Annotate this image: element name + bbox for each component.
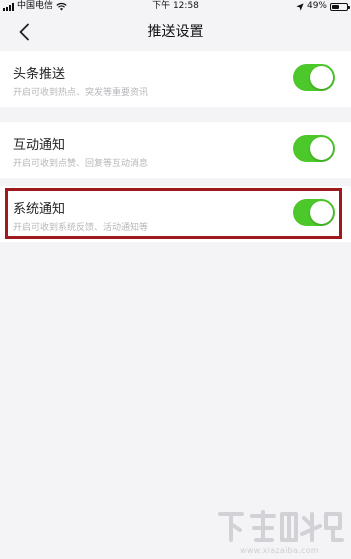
- nav-bar: 推送设置: [0, 13, 351, 51]
- setting-description: 开启可收到热点、突发等重要资讯: [13, 88, 149, 98]
- status-right: 49%: [296, 0, 350, 13]
- status-bar: 中国电信 下午 12:58 49%: [0, 0, 351, 13]
- watermark: www.xiazaiba.com: [216, 508, 346, 556]
- watermark-url: www.xiazaiba.com: [240, 546, 320, 555]
- setting-title: 头条推送: [13, 67, 66, 82]
- setting-row-interaction-notice: 互动通知 开启可收到点赞、回复等互动消息: [0, 122, 351, 178]
- setting-description: 开启可收到点赞、回复等互动消息: [13, 159, 149, 169]
- watermark-logo-icon: [218, 510, 344, 542]
- toggle-knob: [310, 137, 333, 160]
- headline-push-toggle[interactable]: [293, 64, 335, 91]
- battery-percent: 49%: [306, 1, 327, 11]
- highlight-annotation-box: [5, 188, 342, 239]
- interaction-notice-toggle[interactable]: [293, 135, 335, 162]
- setting-row-headline-push: 头条推送 开启可收到热点、突发等重要资讯: [0, 51, 351, 107]
- battery-icon: [330, 2, 350, 11]
- location-arrow-icon: [296, 2, 304, 11]
- setting-title: 互动通知: [13, 138, 66, 153]
- page-title: 推送设置: [147, 24, 204, 40]
- toggle-knob: [310, 66, 333, 89]
- battery-fill: [332, 4, 339, 9]
